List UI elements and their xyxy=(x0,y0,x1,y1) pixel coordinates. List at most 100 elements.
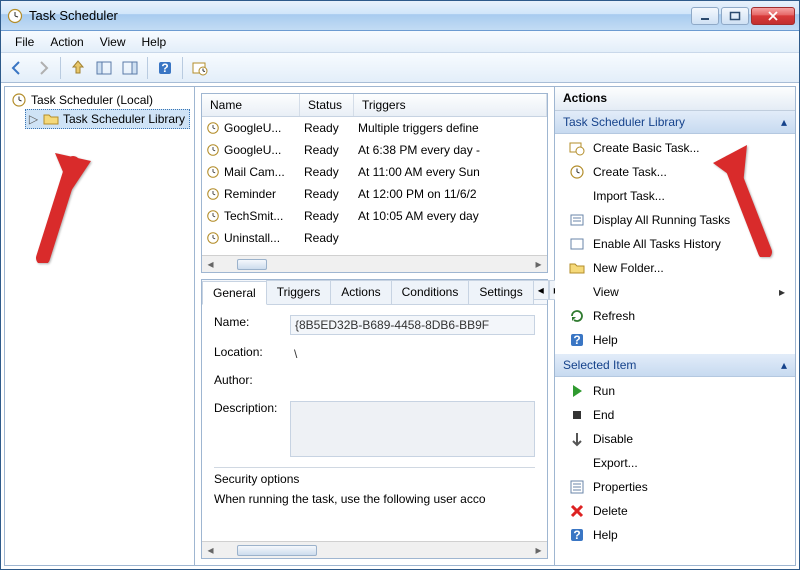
show-hide-actions-pane-button[interactable] xyxy=(118,56,142,80)
actions-pane: Actions Task Scheduler Library ▴ Create … xyxy=(555,87,795,565)
task-name: Mail Cam... xyxy=(224,165,285,179)
table-row[interactable]: Mail Cam...ReadyAt 11:00 AM every Sun xyxy=(202,161,547,183)
scroll-thumb[interactable] xyxy=(237,545,317,556)
tab-conditions[interactable]: Conditions xyxy=(391,280,470,304)
actions-group-selected-header[interactable]: Selected Item ▴ xyxy=(555,354,795,377)
tab-actions[interactable]: Actions xyxy=(330,280,391,304)
tab-triggers[interactable]: Triggers xyxy=(266,280,332,304)
task-trigger: At 6:38 PM every day - xyxy=(354,143,547,157)
menu-action[interactable]: Action xyxy=(42,33,91,51)
menu-help[interactable]: Help xyxy=(134,33,175,51)
annotation-arrow-1 xyxy=(23,143,93,266)
task-status: Ready xyxy=(300,231,354,245)
action-delete[interactable]: Delete xyxy=(555,499,795,523)
collapse-icon[interactable]: ▴ xyxy=(781,115,787,129)
task-trigger: At 12:00 PM on 11/6/2 xyxy=(354,187,547,201)
tab-settings[interactable]: Settings xyxy=(468,280,533,304)
create-basic-task-toolbar-button[interactable] xyxy=(188,56,212,80)
action-export[interactable]: Export... xyxy=(555,451,795,475)
task-list-hscroll[interactable]: ◂ ▸ xyxy=(202,255,547,272)
action-help-1[interactable]: ?Help xyxy=(555,328,795,352)
menu-view[interactable]: View xyxy=(92,33,134,51)
action-disable[interactable]: Disable xyxy=(555,427,795,451)
tab-general[interactable]: General xyxy=(202,281,267,305)
close-button[interactable] xyxy=(751,7,795,25)
scroll-left-icon[interactable]: ◂ xyxy=(202,256,219,273)
actions-group-library-header[interactable]: Task Scheduler Library ▴ xyxy=(555,111,795,134)
play-icon xyxy=(569,383,585,399)
actions-pane-header: Actions xyxy=(555,87,795,111)
task-list-header: Name Status Triggers xyxy=(202,94,547,117)
task-status: Ready xyxy=(300,143,354,157)
action-view[interactable]: View▸ xyxy=(555,280,795,304)
action-help-2[interactable]: ?Help xyxy=(555,523,795,547)
toolbar: ? xyxy=(1,53,799,83)
svg-text:?: ? xyxy=(161,61,168,75)
task-status: Ready xyxy=(300,121,354,135)
task-status: Ready xyxy=(300,209,354,223)
collapse-icon[interactable]: ▴ xyxy=(781,358,787,372)
disable-icon xyxy=(569,431,585,447)
col-triggers[interactable]: Triggers xyxy=(354,94,547,116)
list-icon xyxy=(569,212,585,228)
col-name[interactable]: Name xyxy=(202,94,300,116)
security-options: Security options When running the task, … xyxy=(214,467,535,506)
clock-icon xyxy=(206,143,220,157)
label-description: Description: xyxy=(214,401,290,415)
forward-button[interactable] xyxy=(31,56,55,80)
action-new-folder[interactable]: New Folder... xyxy=(555,256,795,280)
svg-text:?: ? xyxy=(573,528,580,542)
tree-library[interactable]: ▷ Task Scheduler Library xyxy=(25,109,190,129)
refresh-icon xyxy=(569,308,585,324)
value-description xyxy=(290,401,535,457)
center-pane: Name Status Triggers GoogleU...ReadyMult… xyxy=(195,87,555,565)
clock-icon xyxy=(206,165,220,179)
help-button[interactable]: ? xyxy=(153,56,177,80)
minimize-button[interactable] xyxy=(691,7,719,25)
help-icon: ? xyxy=(569,527,585,543)
back-button[interactable] xyxy=(5,56,29,80)
action-import-task[interactable]: Import Task... xyxy=(555,184,795,208)
detail-tabs: General Triggers Actions Conditions Sett… xyxy=(202,280,547,305)
titlebar: Task Scheduler xyxy=(1,1,799,31)
table-row[interactable]: ReminderReadyAt 12:00 PM on 11/6/2 xyxy=(202,183,547,205)
action-end[interactable]: End xyxy=(555,403,795,427)
clock-icon xyxy=(206,209,220,223)
clock-icon xyxy=(206,187,220,201)
svg-text:?: ? xyxy=(573,333,580,347)
table-row[interactable]: GoogleU...ReadyAt 6:38 PM every day - xyxy=(202,139,547,161)
scroll-right-icon[interactable]: ▸ xyxy=(530,256,547,273)
task-trigger: At 11:00 AM every Sun xyxy=(354,165,547,179)
detail-hscroll[interactable]: ◂ ▸ xyxy=(202,541,547,558)
col-status[interactable]: Status xyxy=(300,94,354,116)
action-run[interactable]: Run xyxy=(555,379,795,403)
table-row[interactable]: GoogleU...ReadyMultiple triggers define xyxy=(202,117,547,139)
folder-icon xyxy=(43,111,59,127)
delete-icon xyxy=(569,503,585,519)
action-display-all-running[interactable]: Display All Running Tasks xyxy=(555,208,795,232)
action-create-task[interactable]: Create Task... xyxy=(555,160,795,184)
security-text: When running the task, use the following… xyxy=(214,492,535,506)
label-author: Author: xyxy=(214,373,290,387)
table-row[interactable]: Uninstall...Ready xyxy=(202,227,547,249)
action-enable-history[interactable]: Enable All Tasks History xyxy=(555,232,795,256)
action-create-basic-task[interactable]: Create Basic Task... xyxy=(555,136,795,160)
scroll-right-icon[interactable]: ▸ xyxy=(530,542,547,559)
window-title: Task Scheduler xyxy=(29,8,691,23)
tree-expander-icon[interactable]: ▷ xyxy=(28,114,39,125)
scroll-left-icon[interactable]: ◂ xyxy=(202,542,219,559)
help-icon: ? xyxy=(569,332,585,348)
value-name: {8B5ED32B-B689-4458-8DB6-BB9F xyxy=(290,315,535,335)
task-detail: General Triggers Actions Conditions Sett… xyxy=(201,279,548,559)
action-refresh[interactable]: Refresh xyxy=(555,304,795,328)
table-row[interactable]: TechSmit...ReadyAt 10:05 AM every day xyxy=(202,205,547,227)
show-hide-console-tree-button[interactable] xyxy=(92,56,116,80)
menu-file[interactable]: File xyxy=(7,33,42,51)
up-button[interactable] xyxy=(66,56,90,80)
tree-root[interactable]: Task Scheduler (Local) xyxy=(9,91,190,109)
clock-icon xyxy=(206,121,220,135)
maximize-button[interactable] xyxy=(721,7,749,25)
scroll-thumb[interactable] xyxy=(237,259,267,270)
action-properties[interactable]: Properties xyxy=(555,475,795,499)
clock-icon xyxy=(206,231,220,245)
